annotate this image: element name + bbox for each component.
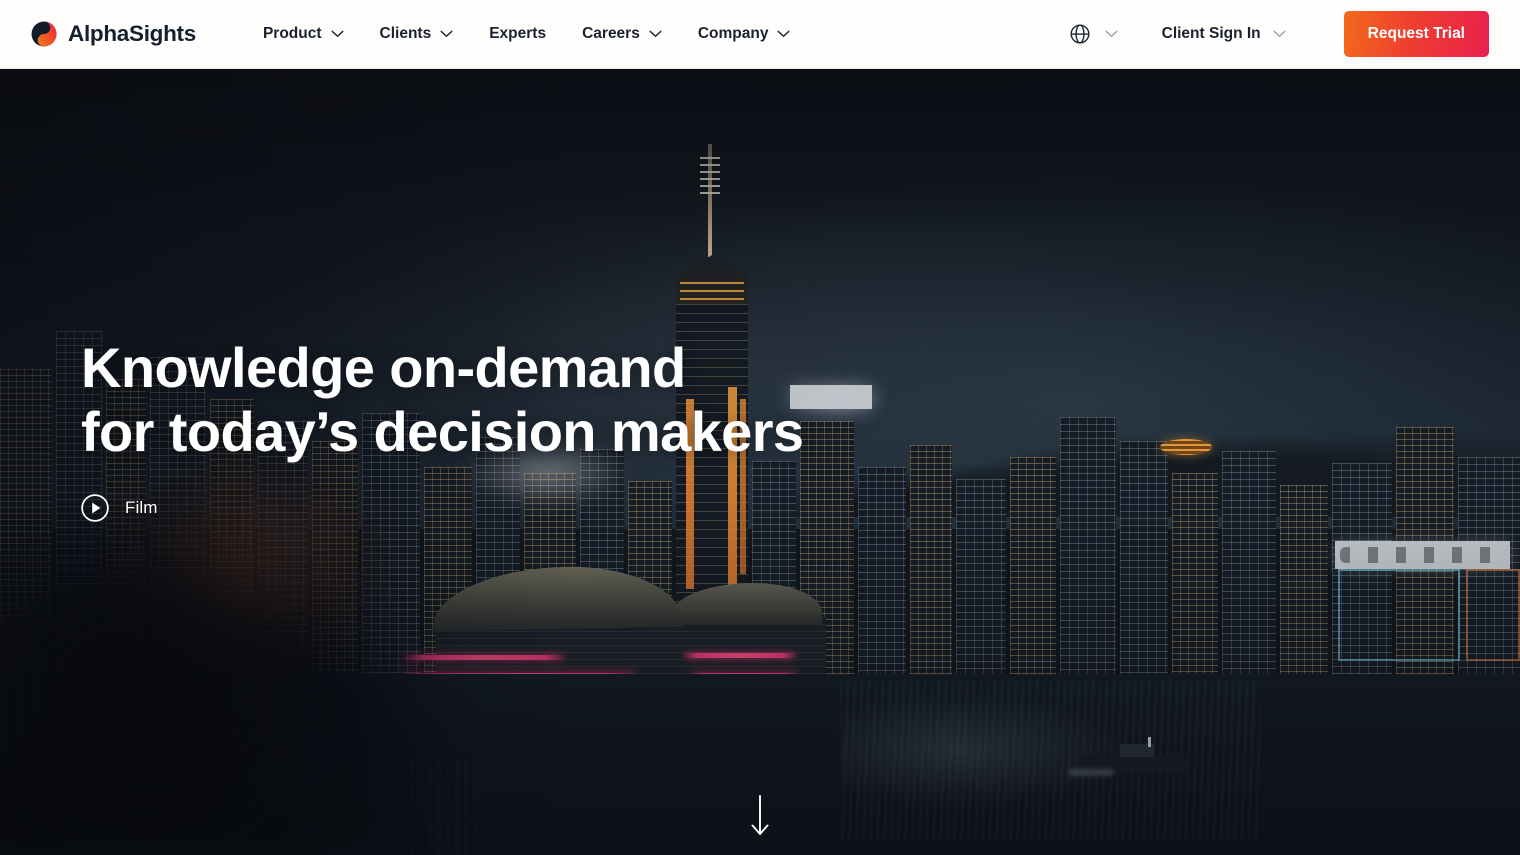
chevron-down-icon: [777, 30, 791, 38]
chevron-down-icon: [1105, 30, 1118, 38]
chevron-down-icon: [649, 30, 662, 38]
nav-item-careers[interactable]: Careers: [564, 0, 680, 69]
nav-item-clients-label: Clients: [379, 25, 432, 42]
language-selector[interactable]: [1055, 23, 1132, 45]
nav-item-experts-label: Experts: [489, 25, 547, 42]
chevron-down-icon: [440, 30, 453, 38]
nav-item-careers-label: Careers: [582, 25, 640, 42]
nav-item-product-label: Product: [262, 25, 322, 42]
hero-headline: Knowledge on-demand for today’s decision…: [81, 336, 804, 463]
scroll-down-button[interactable]: [746, 793, 774, 839]
brand-name-text: AlphaSights: [68, 21, 196, 46]
primary-nav: Product Clients Experts Careers Company: [245, 0, 809, 69]
request-trial-button[interactable]: Request Trial: [1343, 11, 1489, 57]
hero-section: Knowledge on-demand for today’s decision…: [0, 69, 1520, 855]
nav-item-clients[interactable]: Clients: [362, 0, 472, 69]
client-sign-in-menu[interactable]: Client Sign In: [1146, 25, 1302, 43]
nav-item-company-label: Company: [697, 25, 769, 42]
film-play-button[interactable]: Film: [81, 494, 158, 522]
nav-item-experts[interactable]: Experts: [471, 0, 564, 69]
play-circle-icon: [81, 494, 109, 522]
client-sign-in-label: Client Sign In: [1161, 25, 1261, 42]
nav-item-company[interactable]: Company: [680, 0, 809, 69]
film-label: Film: [125, 498, 158, 517]
chevron-down-icon: [1273, 30, 1286, 38]
top-navigation-bar: AlphaSights Product Clients Experts Care…: [0, 0, 1520, 69]
nav-right-cluster: Client Sign In Request Trial: [1055, 11, 1520, 57]
hero-content: Knowledge on-demand for today’s decision…: [81, 336, 804, 522]
alphasights-swirl-logo-icon: [31, 21, 57, 47]
globe-icon: [1069, 23, 1091, 45]
chevron-down-icon: [330, 30, 344, 38]
nav-item-product[interactable]: Product: [245, 0, 362, 69]
brand-logo-link[interactable]: AlphaSights: [31, 21, 196, 47]
